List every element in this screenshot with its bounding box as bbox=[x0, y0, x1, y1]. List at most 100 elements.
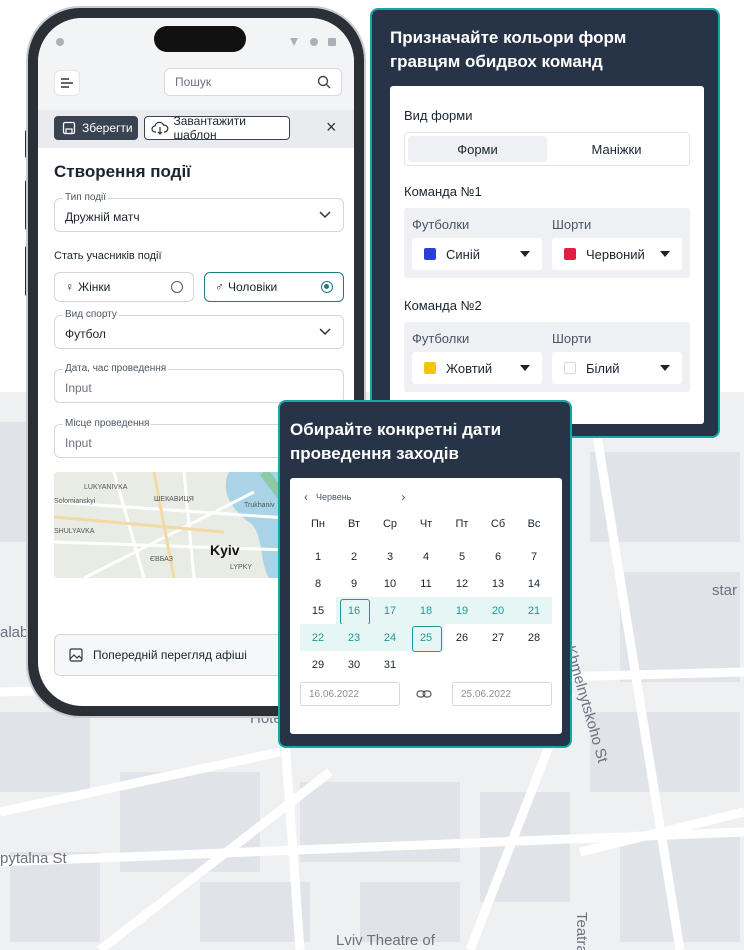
end-date-input[interactable]: 25.06.2022 bbox=[452, 682, 552, 706]
image-icon bbox=[69, 648, 83, 662]
calendar-day[interactable]: 5 bbox=[444, 543, 480, 570]
form-type-label: Вид форми bbox=[404, 108, 473, 123]
gender-option-label: Жінки bbox=[78, 280, 111, 294]
chevron-right-icon[interactable]: › bbox=[401, 490, 405, 504]
tab-forms[interactable]: Форми bbox=[408, 136, 547, 162]
weekday-row: Пн Вт Ср Чт Пт Сб Вс bbox=[300, 510, 552, 537]
weekday: Вс bbox=[527, 517, 541, 530]
calendar-month: Червень bbox=[316, 492, 352, 502]
place-placeholder: Input bbox=[65, 436, 92, 450]
calendar-panel-title: Обирайте конкретні дати проведення заход… bbox=[290, 420, 502, 463]
calendar-day[interactable]: 23 bbox=[336, 624, 372, 651]
calendar-day bbox=[516, 651, 552, 678]
map-label-star: star bbox=[712, 582, 738, 599]
minimap-label: LYPKY bbox=[230, 564, 253, 571]
shorts-label: Шорти bbox=[552, 217, 592, 232]
calendar-day[interactable]: 26 bbox=[444, 624, 480, 651]
calendar-panel: Обирайте конкретні дати проведення заход… bbox=[278, 400, 572, 748]
calendar-day[interactable]: 9 bbox=[336, 570, 372, 597]
search-input[interactable]: Пошук bbox=[164, 68, 342, 96]
status-dot bbox=[56, 38, 64, 46]
calendar-day[interactable]: 12 bbox=[444, 570, 480, 597]
minimap-label: Trukhaniv bbox=[244, 502, 275, 509]
preview-poster-label: Попередній перегляд афіші bbox=[93, 648, 247, 662]
team-2-shirts-select[interactable]: Жовтий bbox=[412, 352, 542, 384]
calendar-day[interactable]: 28 bbox=[516, 624, 552, 651]
calendar-day[interactable]: 10 bbox=[372, 570, 408, 597]
calendar-day[interactable]: 6 bbox=[480, 543, 516, 570]
color-swatch bbox=[424, 248, 436, 260]
calendar-card: ‹ Червень › Пн Вт Ср Чт Пт Сб Вс 1234567… bbox=[290, 478, 562, 734]
calendar-day[interactable]: 2 bbox=[336, 543, 372, 570]
calendar-day[interactable]: 3 bbox=[372, 543, 408, 570]
caret-down-icon bbox=[660, 365, 670, 371]
caret-down-icon bbox=[520, 365, 530, 371]
color-name: Червоний bbox=[586, 246, 645, 262]
weekday: Ср bbox=[382, 517, 398, 530]
minimap-label: ШЕКАВИЦЯ bbox=[154, 496, 194, 503]
close-icon[interactable]: × bbox=[326, 118, 337, 136]
calendar-day[interactable]: 19 bbox=[444, 597, 480, 624]
chevron-left-icon[interactable]: ‹ bbox=[304, 490, 308, 504]
calendar-day[interactable]: 18 bbox=[408, 597, 444, 624]
calendar-week-row: 29 30 31 bbox=[300, 651, 552, 678]
calendar-day[interactable]: 27 bbox=[480, 624, 516, 651]
calendar-day[interactable]: 25 bbox=[408, 624, 444, 652]
battery-icon bbox=[328, 38, 336, 46]
calendar-day[interactable]: 24 bbox=[372, 624, 408, 651]
gender-option-label: Чоловіки bbox=[228, 280, 278, 294]
map-label-theatre: Lviv Theatre of bbox=[336, 932, 435, 949]
calendar-day[interactable]: 4 bbox=[408, 543, 444, 570]
calendar-day[interactable]: 1 bbox=[300, 543, 336, 570]
sport-value: Футбол bbox=[65, 327, 106, 341]
menu-icon bbox=[61, 78, 73, 88]
event-type-value: Дружній матч bbox=[65, 210, 140, 224]
radio-button[interactable] bbox=[321, 281, 333, 293]
load-template-label: Завантажити шаблон bbox=[173, 114, 246, 142]
shirts-label: Футболки bbox=[412, 217, 470, 232]
team-1-shirts-select[interactable]: Синій bbox=[412, 238, 542, 270]
calendar-day bbox=[480, 651, 516, 678]
datetime-input[interactable]: Дата, час проведення Input bbox=[54, 363, 344, 403]
calendar-day[interactable]: 14 bbox=[516, 570, 552, 597]
calendar-day[interactable]: 17 bbox=[372, 597, 408, 624]
calendar-day[interactable]: 7 bbox=[516, 543, 552, 570]
calendar-day[interactable]: 15 bbox=[300, 597, 336, 624]
gender-option-male[interactable]: ♂ Чоловіки bbox=[204, 272, 344, 302]
menu-button[interactable] bbox=[54, 70, 80, 96]
calendar-day bbox=[444, 651, 480, 678]
team-2-shorts-select[interactable]: Білий bbox=[552, 352, 682, 384]
save-button[interactable]: Зберегти bbox=[54, 116, 138, 140]
weekday: Сб bbox=[490, 517, 506, 530]
calendar-day[interactable]: 31 bbox=[372, 651, 408, 678]
calendar-day[interactable]: 16 bbox=[336, 597, 372, 625]
calendar-day[interactable]: 29 bbox=[300, 651, 336, 678]
team-2-colors: Футболки Шорти Жовтий Білий bbox=[404, 322, 690, 392]
weekday: Чт bbox=[419, 517, 433, 530]
start-date-input[interactable]: 16.06.2022 bbox=[300, 682, 400, 706]
event-type-select[interactable]: Тип події Дружній матч bbox=[54, 192, 344, 232]
calendar-day[interactable]: 21 bbox=[516, 597, 552, 624]
calendar-day[interactable]: 30 bbox=[336, 651, 372, 678]
calendar-day[interactable]: 11 bbox=[408, 570, 444, 597]
load-template-button[interactable]: Завантажити шаблон bbox=[144, 114, 290, 142]
chevron-down-icon bbox=[319, 211, 331, 219]
tab-bibs[interactable]: Маніжки bbox=[547, 136, 686, 162]
radio-button[interactable] bbox=[171, 281, 183, 293]
calendar-day[interactable]: 20 bbox=[480, 597, 516, 624]
datetime-label: Дата, час проведення bbox=[63, 363, 169, 374]
map-label-pytalna: pytalna St bbox=[0, 850, 67, 867]
team-1-colors: Футболки Шорти Синій Червоний bbox=[404, 208, 690, 278]
calendar-day[interactable]: 13 bbox=[480, 570, 516, 597]
uniform-panel-title: Призначайте кольори форм гравцям обидвох… bbox=[390, 28, 627, 71]
calendar-day[interactable]: 8 bbox=[300, 570, 336, 597]
gender-option-female[interactable]: ♀ Жінки bbox=[54, 272, 194, 302]
team-1-shorts-select[interactable]: Червоний bbox=[552, 238, 682, 270]
calendar-day[interactable]: 22 bbox=[300, 624, 336, 651]
minimap-label: LUKYANIVKA bbox=[84, 484, 128, 491]
search-placeholder: Пошук bbox=[175, 75, 212, 89]
signal-icon bbox=[290, 38, 298, 46]
female-icon: ♀ bbox=[65, 280, 74, 294]
sport-select[interactable]: Вид спорту Футбол bbox=[54, 309, 344, 349]
calendar-week-row: 8 9 10 11 12 13 14 bbox=[300, 570, 552, 597]
